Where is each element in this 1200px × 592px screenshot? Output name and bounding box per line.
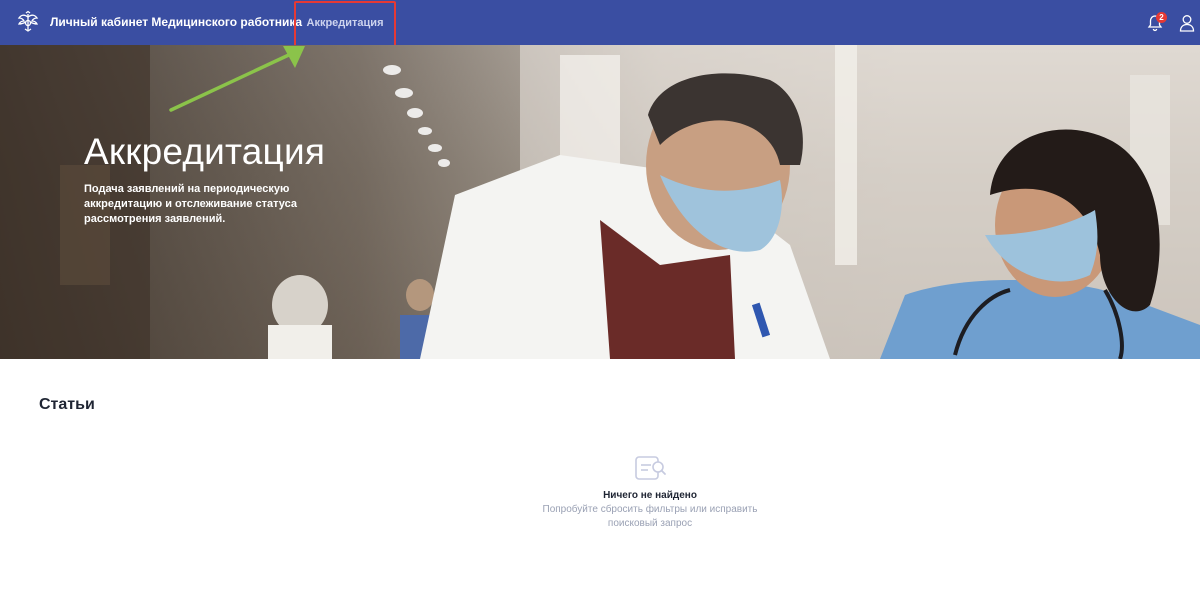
hero-banner: Аккредитация Подача заявлений на периоди… — [0, 45, 1200, 359]
app-title[interactable]: Личный кабинет Медицинского работника — [50, 15, 302, 29]
top-header: Личный кабинет Медицинского работника Ак… — [0, 0, 1200, 50]
tab-accreditation-label: Аккредитация — [306, 17, 384, 29]
hero-title: Аккредитация — [84, 131, 326, 172]
empty-state-title: Ничего не найдено — [603, 490, 697, 501]
user-icon[interactable] — [1179, 14, 1195, 32]
empty-document-icon — [635, 456, 666, 480]
tab-accreditation[interactable]: Аккредитация — [294, 1, 396, 50]
emblem-icon[interactable] — [16, 10, 40, 34]
articles-title: Статьи — [39, 396, 95, 413]
hero-description: Подача заявлений на периодическую аккред… — [84, 183, 298, 225]
notification-count-badge: 2 — [1156, 12, 1167, 23]
empty-state-hint: Попробуйте сбросить фильтры или исправит… — [542, 504, 758, 529]
